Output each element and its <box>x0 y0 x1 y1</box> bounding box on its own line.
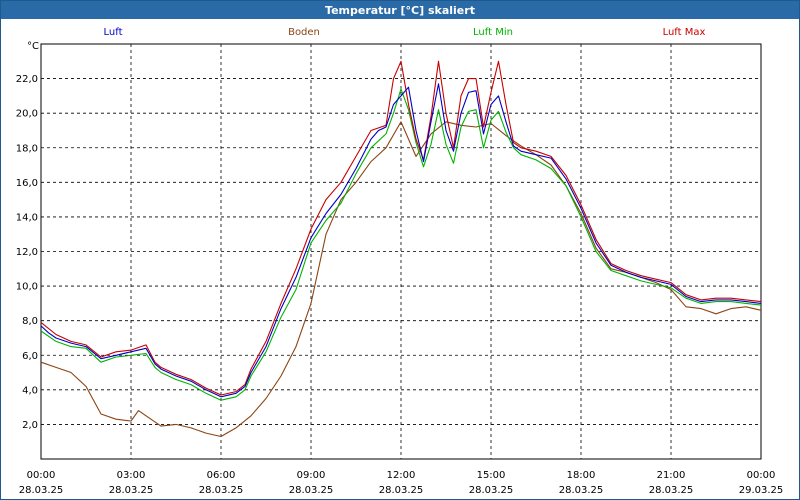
legend-entry-luft-max: Luft Max <box>663 27 706 38</box>
x-tick-time: 03:00 <box>117 470 146 481</box>
x-tick-date: 28.03.25 <box>379 485 424 496</box>
temperature-chart: 2,0 4,0 6,0 8,0 10,0 12,0 14,0 16,0 18,0 20,0 22,0… <box>16 27 784 496</box>
x-tick-time: 00:00 <box>747 470 776 481</box>
x-tick-time: 00:00 <box>27 470 56 481</box>
legend-entry-luft-min: Luft Min <box>473 27 513 38</box>
x-tick-date: 28.03.25 <box>19 485 64 496</box>
y-tick-label: 6,0 <box>22 351 38 362</box>
x-tick-time: 18:00 <box>567 470 596 481</box>
x-tick-time: 06:00 <box>207 470 236 481</box>
y-tick-label: 10,0 <box>16 282 38 293</box>
x-tick-date: 28.03.25 <box>469 485 514 496</box>
x-tick-time: 15:00 <box>477 470 506 481</box>
x-tick-date: 29.03.25 <box>739 485 784 496</box>
x-tick-time: 09:00 <box>297 470 326 481</box>
x-tick-date: 28.03.25 <box>289 485 334 496</box>
y-tick-label: 4,0 <box>22 385 38 396</box>
x-tick-date: 28.03.25 <box>649 485 694 496</box>
y-tick-label: 8,0 <box>22 316 38 327</box>
x-tick-time: 21:00 <box>657 470 686 481</box>
legend-entry-luft: Luft <box>104 27 123 38</box>
y-tick-label: 18,0 <box>16 143 38 154</box>
chart-window: Temperatur [°C] skaliert 2,0 4,0 6,0 8,0 10,… <box>0 0 800 500</box>
y-tick-label: 2,0 <box>22 420 38 431</box>
x-tick-date: 28.03.25 <box>109 485 154 496</box>
y-tick-label: 16,0 <box>16 178 38 189</box>
x-tick-date: 28.03.25 <box>559 485 604 496</box>
y-tick-label: 14,0 <box>16 212 38 223</box>
y-axis-unit: °C <box>27 41 39 52</box>
y-tick-label: 20,0 <box>16 109 38 120</box>
x-tick-time: 12:00 <box>387 470 416 481</box>
x-tick-date: 28.03.25 <box>199 485 244 496</box>
legend-entry-boden: Boden <box>288 27 320 38</box>
y-tick-label: 22,0 <box>16 74 38 85</box>
y-tick-label: 12,0 <box>16 247 38 258</box>
